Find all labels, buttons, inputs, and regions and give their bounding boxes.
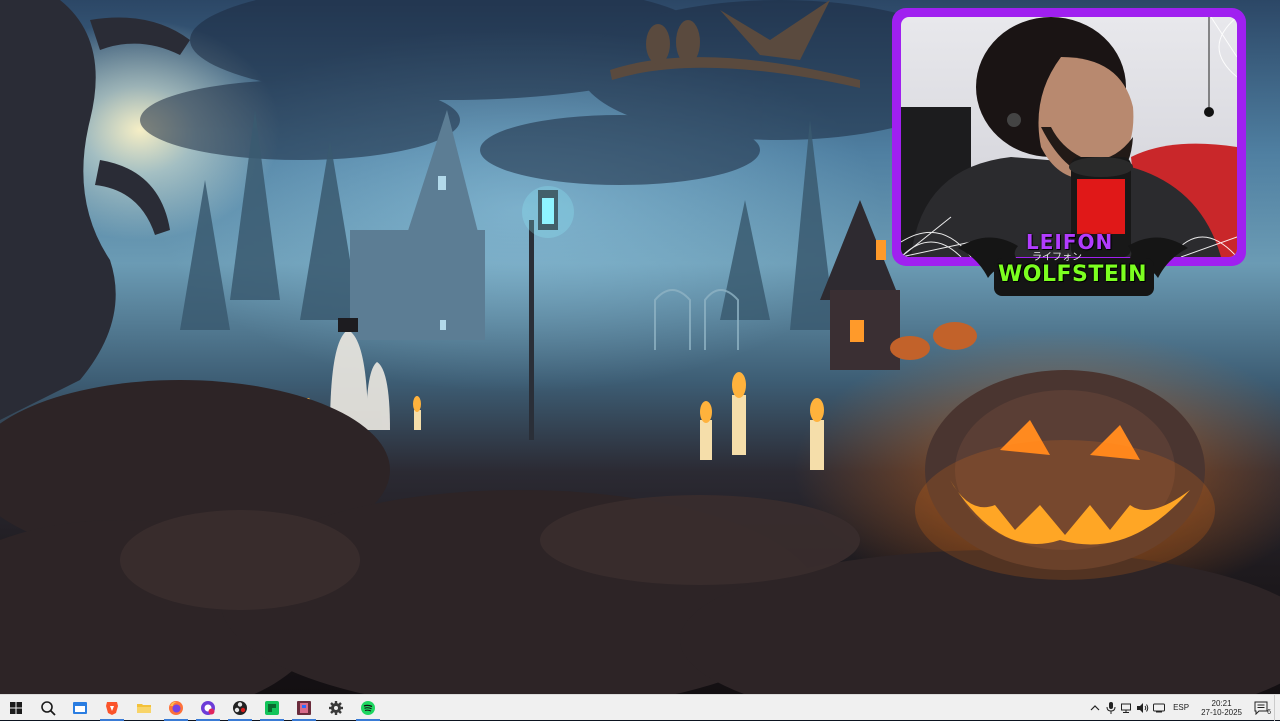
taskbar-spotify[interactable]	[352, 695, 384, 721]
action-center-button[interactable]: 6	[1248, 695, 1274, 721]
green-app-icon	[265, 700, 279, 715]
microphone-tray-button[interactable]	[1103, 695, 1119, 721]
clock-time: 20:21	[1211, 698, 1232, 708]
obs-studio-icon	[233, 700, 247, 715]
show-hidden-icons-button[interactable]	[1087, 695, 1103, 721]
folder-icon	[137, 703, 151, 713]
logo-title-bottom: WOLFSTEIN	[998, 262, 1147, 287]
system-tray: ESP 20:21 27-10-2025 6	[1087, 694, 1280, 721]
blue-window-app-icon	[73, 701, 87, 714]
taskbar-file-explorer[interactable]	[128, 695, 160, 721]
network-icon	[1121, 703, 1132, 713]
search-icon	[41, 700, 56, 716]
taskbar-clock[interactable]: 20:21 27-10-2025	[1195, 699, 1248, 717]
start-button[interactable]	[0, 695, 32, 721]
logo-katakana: ライフォン	[1032, 252, 1082, 263]
windows-logo-icon	[10, 701, 22, 714]
volume-tray-button[interactable]	[1135, 695, 1151, 721]
speaker-icon	[1137, 702, 1149, 713]
taskbar-app-game[interactable]	[288, 695, 320, 721]
chevron-up-icon	[1090, 704, 1100, 710]
taskbar-app-1[interactable]	[64, 695, 96, 721]
input-language-indicator[interactable]: ESP	[1167, 703, 1195, 712]
onedrive-tray-button[interactable]	[1151, 695, 1167, 721]
brave-browser-icon	[106, 701, 118, 715]
taskbar-app-green[interactable]	[256, 695, 288, 721]
spotify-icon	[361, 700, 375, 715]
search-button[interactable]	[32, 695, 64, 721]
taskbar-firefox[interactable]	[160, 695, 192, 721]
network-tray-button[interactable]	[1119, 695, 1135, 721]
microphone-icon	[1106, 701, 1116, 714]
device-icon	[1153, 703, 1166, 712]
taskbar-obs[interactable]	[224, 695, 256, 721]
purple-circle-app-icon	[201, 700, 215, 715]
clock-date: 27-10-2025	[1201, 707, 1242, 717]
taskbar-brave[interactable]	[96, 695, 128, 721]
streamer-logo: LEIFON ライフォン WOLFSTEIN	[958, 218, 1188, 302]
taskbar: ESP 20:21 27-10-2025 6	[0, 694, 1280, 721]
game-app-icon	[297, 700, 311, 715]
gear-icon	[329, 700, 343, 715]
taskbar-settings[interactable]	[320, 695, 352, 721]
show-desktop-button[interactable]	[1274, 694, 1280, 721]
notification-icon	[1254, 701, 1268, 715]
taskbar-app-purple[interactable]	[192, 695, 224, 721]
notification-count-badge: 6	[1267, 708, 1271, 716]
firefox-icon	[169, 700, 183, 715]
